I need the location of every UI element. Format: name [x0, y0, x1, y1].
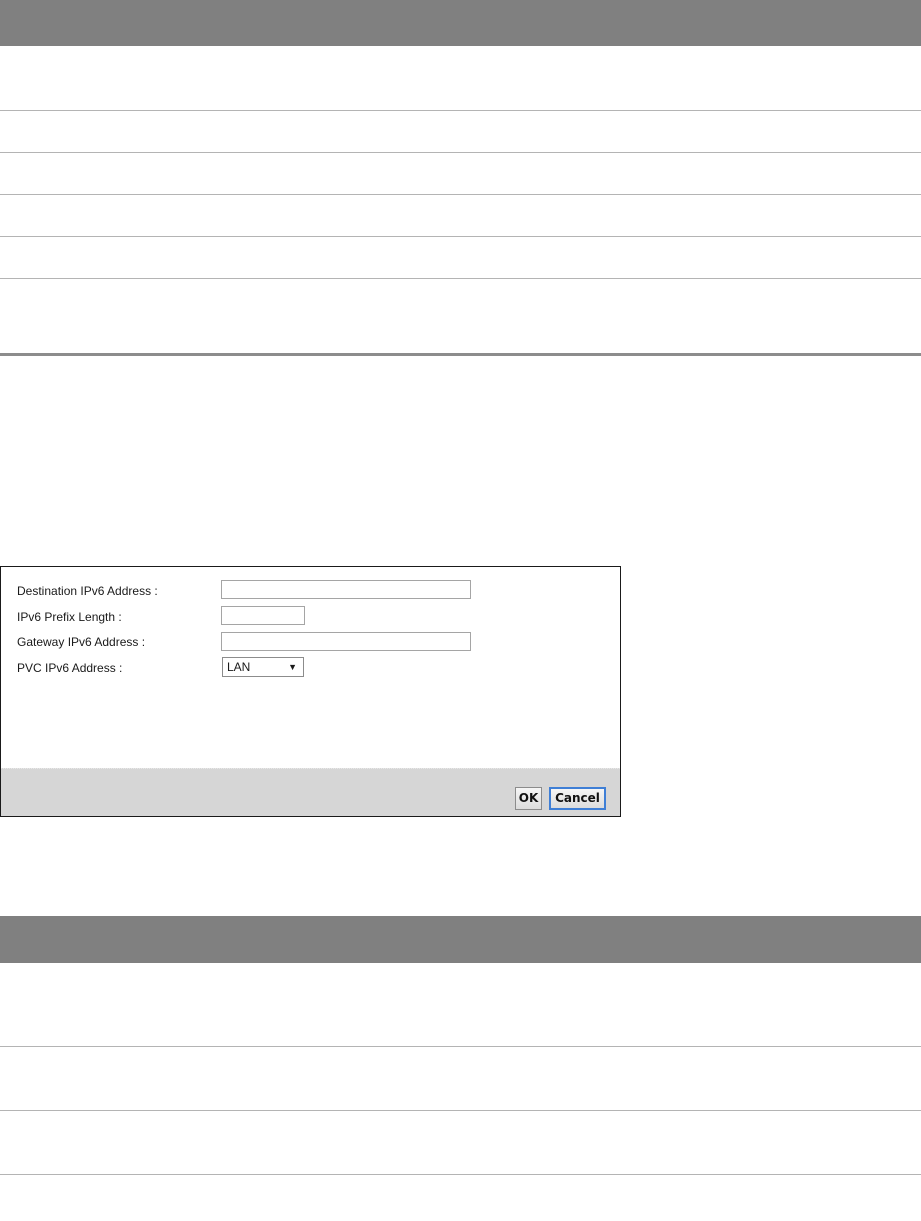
gateway-ipv6-input[interactable] [221, 632, 471, 651]
table-header [0, 916, 921, 963]
table-row [0, 195, 921, 237]
table-row [0, 153, 921, 195]
pvc-ipv6-select[interactable]: LAN ▼ [222, 657, 304, 677]
table-row [0, 1047, 921, 1111]
table-row [0, 237, 921, 279]
table-header [0, 0, 921, 46]
table-row [0, 963, 921, 1047]
reference-table-top [0, 0, 921, 356]
pvc-ipv6-label: PVC IPv6 Address : [17, 661, 123, 675]
static-route-dialog: Destination IPv6 Address : IPv6 Prefix L… [0, 566, 621, 817]
ipv6-prefix-length-input[interactable] [221, 606, 305, 625]
ipv6-prefix-length-label: IPv6 Prefix Length : [17, 610, 122, 624]
table-row [0, 111, 921, 153]
table-row [0, 1175, 921, 1221]
pvc-ipv6-selected-value: LAN [227, 660, 251, 674]
ok-button[interactable]: OK [515, 787, 542, 810]
page: Destination IPv6 Address : IPv6 Prefix L… [0, 0, 921, 1221]
table-row [0, 279, 921, 356]
cancel-button[interactable]: Cancel [549, 787, 606, 810]
dialog-footer: OK Cancel [1, 768, 620, 816]
gateway-ipv6-label: Gateway IPv6 Address : [17, 635, 146, 649]
destination-ipv6-input[interactable] [221, 580, 471, 599]
reference-table-bottom [0, 916, 921, 1221]
table-row [0, 1111, 921, 1175]
dropdown-arrow-icon: ▼ [288, 662, 297, 672]
table-row [0, 46, 921, 111]
destination-ipv6-label: Destination IPv6 Address : [17, 584, 158, 598]
